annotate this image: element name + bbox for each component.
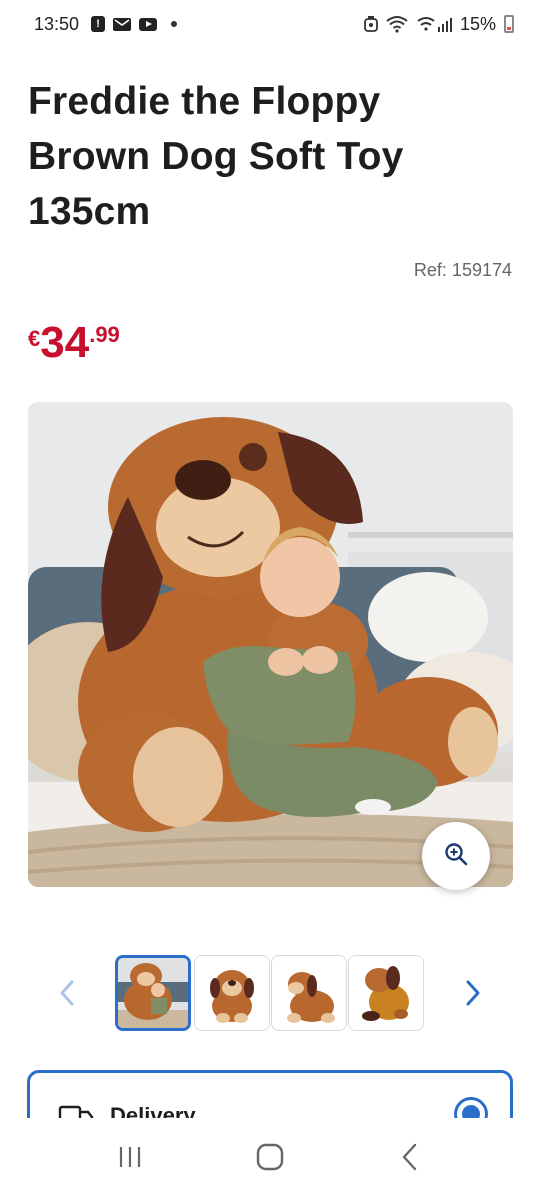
- mail-icon: [113, 17, 132, 31]
- product-ref: Ref: 159174: [413, 260, 512, 280]
- main-product-image[interactable]: [28, 402, 513, 887]
- thumbnail-next-button[interactable]: [458, 975, 488, 1015]
- status-left: 13:50 !: [34, 13, 178, 35]
- recents-button[interactable]: [100, 1134, 160, 1184]
- battery-icon: [504, 15, 514, 33]
- product-title: Freddie the Floppy Brown Dog Soft Toy 13…: [28, 80, 404, 233]
- status-bar: 13:50 ! 15%: [0, 0, 540, 48]
- recents-icon: [116, 1143, 144, 1176]
- zoom-icon: [443, 841, 469, 872]
- wifi-icon: [386, 15, 408, 33]
- thumbnail-prev-button[interactable]: [52, 975, 82, 1015]
- back-icon: [398, 1142, 422, 1177]
- home-button[interactable]: [240, 1134, 300, 1184]
- zoom-button[interactable]: [422, 822, 490, 890]
- chevron-left-icon: [57, 978, 77, 1013]
- price-cents: .99: [89, 322, 120, 347]
- system-nav-bar: [0, 1118, 540, 1200]
- home-icon: [255, 1142, 285, 1177]
- price-currency: €: [28, 326, 41, 351]
- signal-icon: [416, 15, 452, 33]
- thumbnail-1[interactable]: [115, 955, 191, 1031]
- thumbnail-carousel: [0, 955, 540, 1033]
- notification-icon: !: [91, 16, 106, 32]
- status-time: 13:50: [34, 13, 80, 34]
- thumbnail-3[interactable]: [271, 955, 347, 1031]
- dot-icon: [171, 21, 178, 27]
- chevron-right-icon: [463, 978, 483, 1013]
- back-button[interactable]: [380, 1134, 440, 1184]
- price-main: 34: [40, 318, 90, 367]
- alarm-icon: [364, 16, 378, 32]
- thumbnail-4[interactable]: [348, 955, 424, 1031]
- thumbnail-2[interactable]: [194, 955, 270, 1031]
- product-price: € 34 .99: [28, 318, 120, 368]
- youtube-icon: [139, 17, 158, 31]
- battery-percentage: 15%: [459, 13, 496, 34]
- status-right: 15%: [364, 14, 514, 35]
